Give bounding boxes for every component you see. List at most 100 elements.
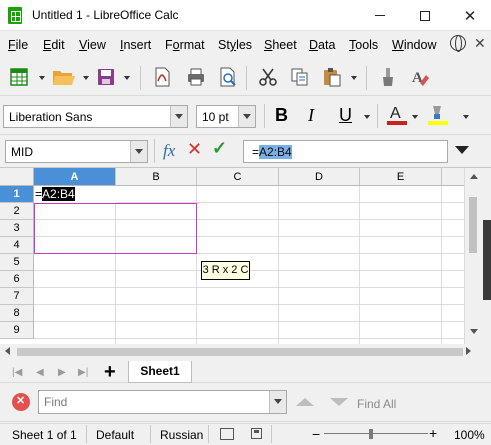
cancel-icon[interactable]: ✕ bbox=[187, 139, 202, 160]
menu-format[interactable]: Format bbox=[165, 38, 205, 52]
find-next-icon[interactable] bbox=[330, 398, 348, 406]
column-header-c[interactable]: C bbox=[197, 168, 279, 186]
spreadsheet-grid[interactable]: A B C D E 1 2 3 4 5 6 7 8 9 =A2:B4 3 R x… bbox=[0, 168, 491, 344]
row-header-5[interactable]: 5 bbox=[0, 254, 34, 271]
row-header-2[interactable]: 2 bbox=[0, 203, 34, 220]
scroll-down-icon[interactable] bbox=[470, 329, 478, 334]
first-sheet-icon[interactable]: |◀ bbox=[12, 367, 22, 378]
find-all-button[interactable]: Find All bbox=[357, 397, 396, 411]
underline-dropdown-icon[interactable] bbox=[364, 115, 370, 119]
column-header-a[interactable]: A bbox=[34, 168, 116, 186]
chevron-down-icon[interactable] bbox=[269, 391, 286, 413]
clear-formatting-icon[interactable]: A bbox=[410, 67, 430, 87]
open-dropdown-icon[interactable] bbox=[83, 76, 89, 80]
zoom-in-button[interactable]: + bbox=[429, 425, 437, 441]
find-input[interactable]: Find bbox=[38, 390, 287, 414]
gridline bbox=[34, 321, 464, 322]
formula-prefix: = bbox=[252, 145, 260, 159]
close-document-icon[interactable]: ✕ bbox=[474, 35, 486, 52]
row-header-7[interactable]: 7 bbox=[0, 288, 34, 305]
page-style[interactable]: Default bbox=[96, 428, 134, 442]
menu-data[interactable]: Data bbox=[309, 38, 335, 52]
add-sheet-button[interactable]: + bbox=[104, 361, 116, 384]
row-header-4[interactable]: 4 bbox=[0, 237, 34, 254]
next-sheet-icon[interactable]: ▶ bbox=[58, 367, 66, 378]
menu-edit[interactable]: Edit bbox=[43, 38, 65, 52]
cell-a1[interactable]: =A2:B4 bbox=[34, 186, 116, 203]
vertical-scroll-thumb[interactable] bbox=[469, 197, 477, 253]
row-header-3[interactable]: 3 bbox=[0, 220, 34, 237]
toolbar-separator bbox=[140, 66, 141, 90]
scroll-left-icon[interactable] bbox=[5, 347, 10, 355]
save-icon[interactable] bbox=[96, 67, 116, 87]
previous-sheet-icon[interactable]: ◀ bbox=[36, 367, 44, 378]
expand-formula-icon[interactable] bbox=[455, 146, 469, 154]
copy-icon[interactable] bbox=[290, 67, 310, 87]
name-box[interactable]: MID bbox=[5, 140, 148, 163]
globe-icon[interactable] bbox=[450, 35, 466, 52]
chevron-down-icon[interactable] bbox=[238, 106, 255, 127]
last-sheet-icon[interactable]: ▶| bbox=[78, 367, 88, 378]
close-find-bar-icon[interactable] bbox=[12, 393, 30, 411]
toolbar-separator bbox=[264, 104, 265, 128]
clone-formatting-icon[interactable] bbox=[378, 67, 398, 87]
zoom-out-button[interactable]: − bbox=[312, 426, 320, 442]
menu-file[interactable]: File bbox=[8, 38, 28, 52]
font-color-dropdown-icon[interactable] bbox=[412, 115, 418, 119]
font-name-combo[interactable]: Liberation Sans bbox=[3, 105, 188, 128]
export-pdf-icon[interactable] bbox=[152, 67, 172, 87]
highlight-dropdown-icon[interactable] bbox=[463, 115, 469, 119]
language[interactable]: Russian bbox=[160, 428, 203, 442]
font-color-icon[interactable]: A bbox=[386, 103, 408, 127]
close-icon: ✕ bbox=[463, 7, 477, 25]
zoom-slider[interactable] bbox=[324, 433, 428, 434]
select-all-corner[interactable] bbox=[0, 168, 34, 186]
highlight-color-icon[interactable] bbox=[427, 103, 449, 127]
paste-icon[interactable] bbox=[322, 67, 342, 87]
row-header-6[interactable]: 6 bbox=[0, 271, 34, 288]
row-header-9[interactable]: 9 bbox=[0, 322, 34, 339]
row-header-1[interactable]: 1 bbox=[0, 186, 34, 203]
zoom-slider-thumb[interactable] bbox=[369, 429, 373, 439]
menu-window[interactable]: Window bbox=[392, 38, 436, 52]
italic-button[interactable]: I bbox=[308, 105, 314, 126]
menu-styles[interactable]: Styles bbox=[218, 38, 252, 52]
accept-icon[interactable]: ✓ bbox=[212, 138, 227, 159]
menu-view[interactable]: View bbox=[79, 38, 106, 52]
new-spreadsheet-icon[interactable] bbox=[9, 67, 29, 87]
sheet-tab-sheet1[interactable]: Sheet1 bbox=[128, 361, 192, 383]
scroll-up-icon[interactable] bbox=[470, 174, 478, 179]
open-folder-icon[interactable] bbox=[52, 67, 76, 87]
menu-sheet[interactable]: Sheet bbox=[264, 38, 297, 52]
horizontal-scroll-thumb[interactable] bbox=[17, 348, 463, 356]
find-previous-icon[interactable] bbox=[296, 398, 314, 406]
formula-input[interactable]: =A2:B4 bbox=[243, 140, 448, 163]
print-icon[interactable] bbox=[186, 67, 206, 87]
maximize-button[interactable] bbox=[404, 0, 446, 31]
save-dropdown-icon[interactable] bbox=[124, 76, 130, 80]
bold-button[interactable]: B bbox=[275, 105, 288, 126]
new-dropdown-icon[interactable] bbox=[39, 76, 45, 80]
zoom-level[interactable]: 100% bbox=[454, 428, 485, 442]
chevron-down-icon[interactable] bbox=[130, 141, 147, 162]
paste-dropdown-icon[interactable] bbox=[351, 76, 357, 80]
close-window-button[interactable]: ✕ bbox=[449, 0, 491, 31]
print-preview-icon[interactable] bbox=[218, 67, 238, 87]
column-header-e[interactable]: E bbox=[360, 168, 442, 186]
column-header-b[interactable]: B bbox=[116, 168, 197, 186]
chevron-down-icon[interactable] bbox=[170, 106, 187, 127]
toolbar-separator bbox=[246, 66, 247, 90]
minimize-button[interactable] bbox=[359, 0, 401, 31]
underline-button[interactable]: U bbox=[339, 105, 352, 126]
selection-mode-icon[interactable] bbox=[220, 428, 234, 440]
function-wizard-icon[interactable]: fx bbox=[163, 141, 175, 161]
gridline bbox=[34, 338, 464, 339]
cut-icon[interactable] bbox=[258, 67, 278, 87]
document-modified-icon[interactable] bbox=[251, 428, 262, 439]
menu-tools[interactable]: Tools bbox=[349, 38, 378, 52]
font-size-combo[interactable]: 10 pt bbox=[196, 105, 256, 128]
column-header-d[interactable]: D bbox=[279, 168, 360, 186]
row-header-8[interactable]: 8 bbox=[0, 305, 34, 322]
menu-insert[interactable]: Insert bbox=[120, 38, 151, 52]
scroll-right-icon[interactable] bbox=[466, 347, 471, 355]
